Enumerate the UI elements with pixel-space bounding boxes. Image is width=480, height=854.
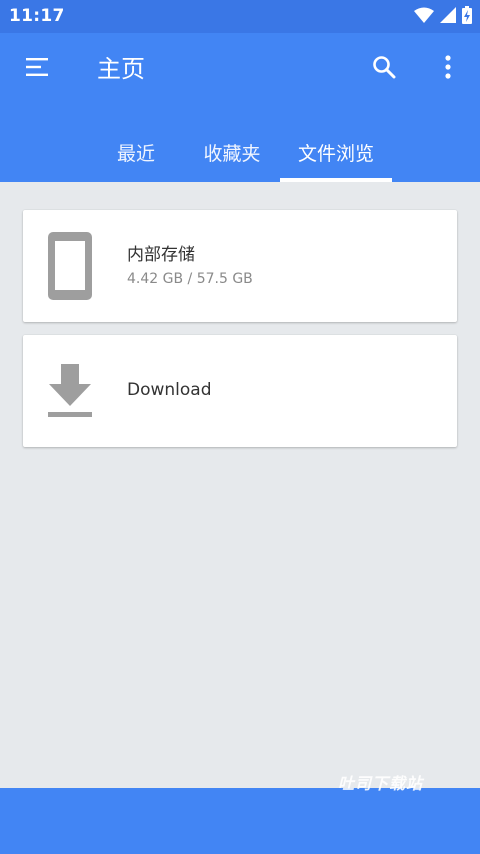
more-options-button[interactable]	[430, 51, 466, 87]
status-icons	[414, 6, 472, 28]
location-card-download[interactable]: Download	[23, 335, 457, 447]
menu-button[interactable]	[20, 51, 56, 87]
search-icon	[372, 55, 396, 83]
download-icon	[45, 355, 95, 427]
tab-file-browse[interactable]: 文件浏览	[280, 123, 392, 182]
tab-indicator	[280, 178, 392, 182]
more-vert-icon	[444, 55, 452, 83]
watermark: 吐司下载站	[338, 774, 424, 793]
location-title: 内部存储	[127, 245, 195, 265]
wifi-icon	[414, 7, 434, 27]
signal-icon	[440, 7, 456, 27]
tab-bar: 最近 收藏夹 文件浏览	[0, 123, 480, 182]
battery-icon	[462, 6, 472, 28]
storage-usage: 4.42 GB / 57.5 GB	[127, 271, 253, 287]
status-bar: 11:17	[0, 0, 480, 33]
location-title: Download	[127, 380, 212, 400]
location-card-internal-storage[interactable]: 内部存储 4.42 GB / 57.5 GB	[23, 210, 457, 322]
menu-icon	[26, 58, 50, 80]
tab-recent[interactable]: 最近	[96, 123, 176, 182]
tab-favorites[interactable]: 收藏夹	[186, 123, 278, 182]
app-bar: 主页 最近 收藏夹 文件浏览	[0, 33, 480, 182]
page-title: 主页	[97, 55, 145, 83]
bottom-bar	[0, 788, 480, 854]
search-button[interactable]	[366, 51, 402, 87]
status-time: 11:17	[9, 6, 65, 26]
phone-icon	[45, 230, 95, 302]
